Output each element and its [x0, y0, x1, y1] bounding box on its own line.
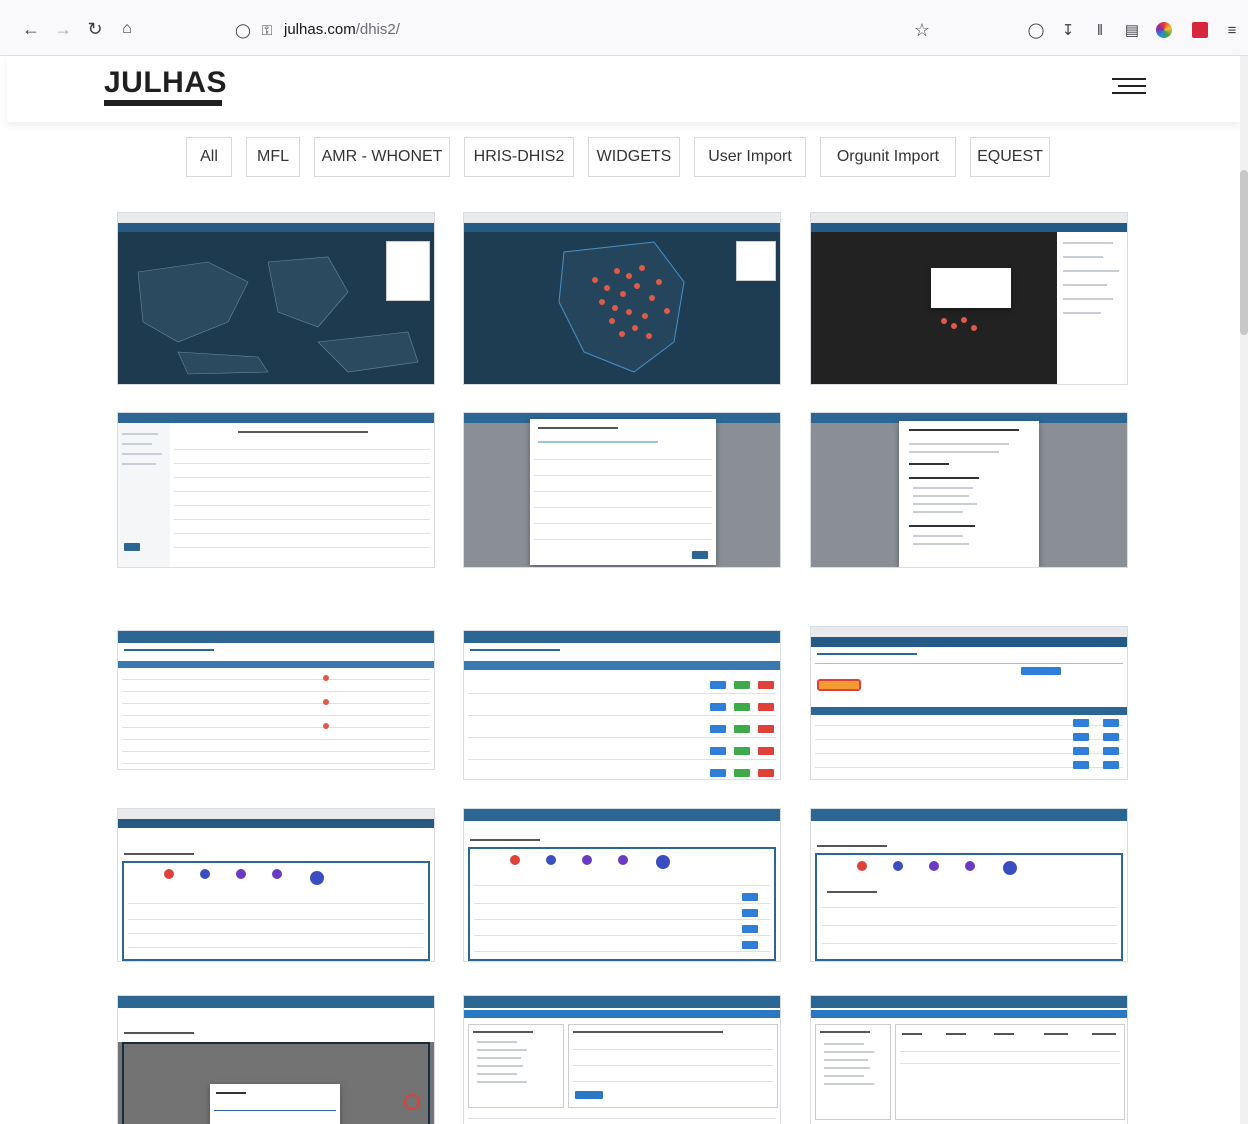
download-icon[interactable]: ↧	[1058, 20, 1078, 40]
thumb-dhis-header	[118, 413, 434, 423]
thumb-tab-bar	[811, 1010, 1127, 1018]
site-logo[interactable]: JULHAS	[104, 66, 227, 100]
filter-all-button[interactable]: All	[186, 137, 232, 177]
filter-amr-whonet-button[interactable]: AMR - WHONET	[314, 137, 450, 177]
back-arrow-icon[interactable]: ←	[20, 18, 42, 40]
thumb-map	[811, 232, 1057, 384]
thumbnail-whonet-modal[interactable]	[463, 412, 781, 568]
pocket-icon[interactable]: ◯	[1026, 20, 1046, 40]
thumb-dhis-header	[811, 996, 1127, 1008]
thumb-dhis-header	[118, 223, 434, 232]
thumb-settings-modal	[530, 419, 716, 565]
thumb-table-header	[464, 661, 780, 670]
thumbnail-whonet-mappings[interactable]	[117, 412, 435, 568]
filter-orgunit-import-button[interactable]: Orgunit Import	[820, 137, 956, 177]
thumbnail-mfl-dashboard[interactable]	[810, 212, 1128, 385]
thumbnail-widget-assignee[interactable]	[117, 995, 435, 1124]
thumb-dhis-header	[464, 631, 780, 643]
extension-red-icon[interactable]	[1190, 20, 1210, 40]
thumb-dhis-header	[118, 996, 434, 1008]
thumb-widget-frame	[122, 861, 430, 961]
filter-equest-button[interactable]: EQUEST	[970, 137, 1050, 177]
url-text[interactable]: julhas.com/dhis2/	[284, 21, 400, 38]
thumb-title	[124, 1032, 194, 1034]
thumb-sync-button	[1021, 667, 1061, 675]
thumb-filter-row	[815, 663, 1123, 664]
thumb-browser-chrome	[118, 809, 434, 819]
forward-arrow-icon[interactable]: →	[52, 18, 74, 40]
thumb-side-panel	[736, 241, 776, 281]
thumb-dhis-header	[811, 809, 1127, 821]
thumb-bulk-form	[568, 1024, 778, 1108]
thumb-title	[470, 649, 560, 651]
thumb-assignee-modal	[210, 1084, 340, 1124]
thumbnail-user-table[interactable]	[810, 995, 1128, 1124]
bookmark-star-icon[interactable]: ☆	[912, 20, 932, 40]
thumb-org-tree	[468, 1024, 564, 1108]
url-path: /dhis2/	[355, 21, 400, 38]
reload-icon[interactable]: ↻	[84, 18, 106, 40]
thumbnail-hris-registry[interactable]	[117, 630, 435, 770]
thumb-table-header	[468, 1118, 776, 1119]
filter-widgets-button[interactable]: WIDGETS	[588, 137, 680, 177]
thumb-org-tree	[815, 1024, 891, 1120]
sidebar-icon[interactable]: ▤	[1122, 20, 1142, 40]
thumb-widget-frame	[468, 847, 776, 961]
lock-icon[interactable]: ⚿	[256, 19, 278, 41]
section-divider	[0, 583, 1240, 619]
filter-user-import-button[interactable]: User Import	[694, 137, 806, 177]
thumb-browser-chrome	[811, 627, 1127, 637]
thumb-popup	[931, 268, 1011, 308]
thumb-highlight-button	[817, 679, 861, 691]
thumb-side-panel	[386, 241, 430, 301]
thumbnail-mfl-map[interactable]	[117, 212, 435, 385]
thumb-browser-chrome	[464, 213, 780, 223]
extension-colorwheel-icon[interactable]	[1154, 20, 1174, 40]
thumb-title	[124, 649, 214, 651]
menu-icon[interactable]: ≡	[1222, 20, 1242, 40]
thumb-title	[817, 845, 887, 847]
thumbnail-mfl-dots[interactable]	[463, 212, 781, 385]
thumb-help-modal	[899, 421, 1039, 567]
thumbnail-widget-list[interactable]	[117, 808, 435, 962]
hamburger-menu-icon[interactable]	[1112, 78, 1146, 98]
thumb-dhis-header	[811, 637, 1127, 647]
thumb-dhis-header	[464, 809, 780, 821]
logo-underline	[104, 100, 222, 106]
library-icon[interactable]: ‖	[1090, 20, 1110, 40]
thumb-table-header	[811, 707, 1127, 715]
thumbnail-whonet-help[interactable]	[810, 412, 1128, 568]
thumb-dhis-header	[464, 996, 780, 1008]
thumbnail-hris-registry-2[interactable]	[463, 630, 781, 780]
shield-icon[interactable]: ◯	[232, 19, 254, 41]
thumb-widget-frame	[815, 853, 1123, 961]
thumbnail-user-import[interactable]	[463, 995, 781, 1124]
thumb-dhis-header	[464, 223, 780, 232]
thumb-dhis-header	[811, 223, 1127, 232]
home-icon[interactable]: ⌂	[116, 18, 138, 40]
thumb-title	[817, 653, 917, 655]
thumbnail-widget-form[interactable]	[810, 808, 1128, 962]
filter-hris-dhis2-button[interactable]: HRIS-DHIS2	[464, 137, 574, 177]
thumbnail-widget-list-2[interactable]	[463, 808, 781, 962]
url-host: julhas.com	[284, 21, 356, 38]
thumb-browser-chrome	[811, 213, 1127, 223]
thumb-title	[124, 853, 194, 855]
thumb-org-tree	[118, 423, 170, 567]
thumb-dhis-header	[118, 819, 434, 828]
thumb-tab-bar	[464, 1010, 780, 1018]
thumb-title	[470, 839, 540, 841]
thumb-map	[464, 232, 780, 384]
thumb-heading	[238, 431, 368, 433]
thumb-user-grid	[895, 1024, 1125, 1120]
thumb-dhis-header	[118, 631, 434, 643]
filter-mfl-button[interactable]: MFL	[246, 137, 300, 177]
thumb-browser-chrome	[118, 213, 434, 223]
thumb-table-header	[118, 661, 434, 668]
thumbnail-orgunit-sync[interactable]	[810, 626, 1128, 780]
thumb-dashboard-panel	[1057, 232, 1127, 384]
page-scrollbar-thumb[interactable]	[1240, 170, 1248, 335]
thumb-highlight-circle	[404, 1094, 420, 1110]
